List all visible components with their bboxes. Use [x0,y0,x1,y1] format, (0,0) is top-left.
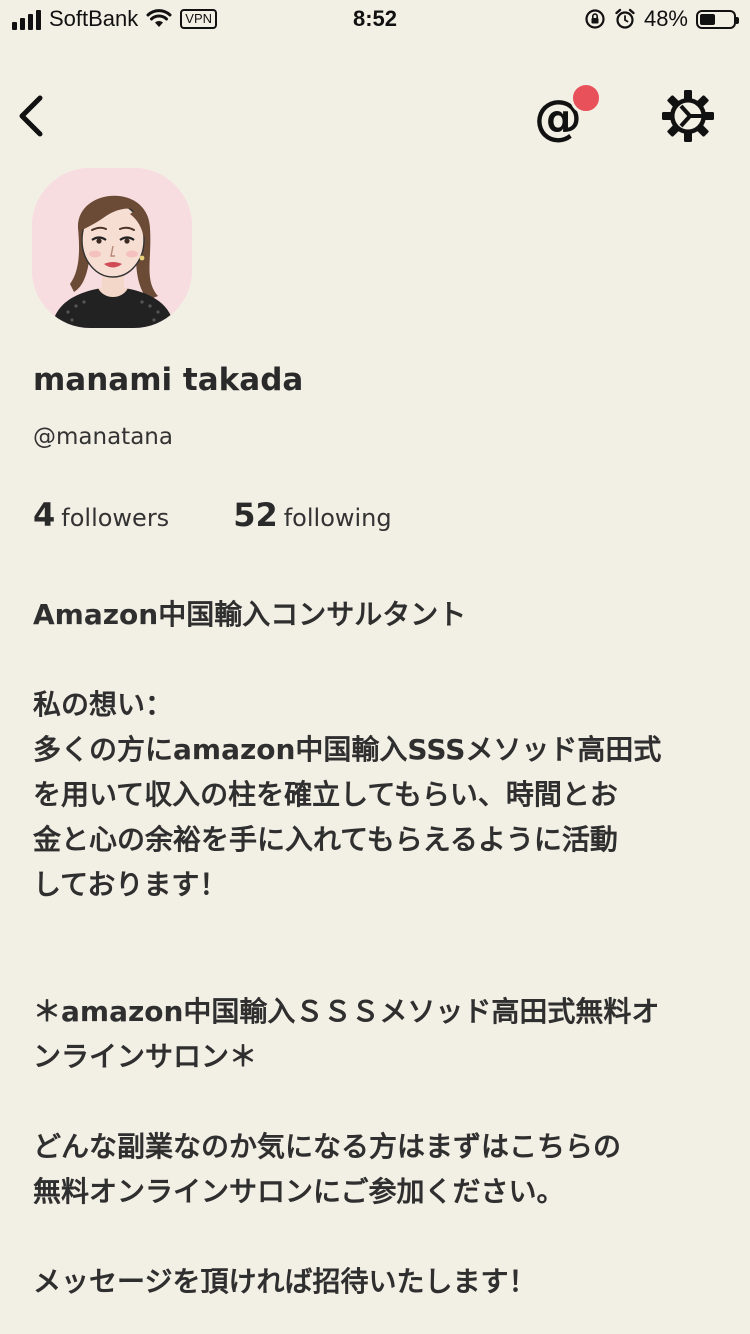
chevron-left-icon [19,95,43,137]
bio-salon-title: ＊amazon中国輸入ＳＳＳメソッド高田式無料オ [33,995,660,1028]
following-count: 52 [233,496,278,534]
bio-heading: 私の想い： [33,688,174,721]
orientation-lock-icon [585,9,605,29]
profile-name: manami takada [33,362,304,398]
profile-username: @manatana [33,424,173,450]
mentions-button[interactable]: @ [530,82,606,146]
avatar[interactable] [32,168,192,328]
notification-dot [570,82,602,114]
status-right: 48% [584,6,739,32]
bio-text: どんな副業なのか気になる方はまずはこちらの [33,1130,622,1163]
followers-label: followers [61,504,170,532]
bio-text: 無料オンラインサロンにご参加ください。 [33,1175,565,1208]
followers-link[interactable]: 4 followers [33,496,169,534]
back-button[interactable] [10,92,54,140]
alarm-icon [615,8,635,29]
bio-title: Amazon中国輸入コンサルタント [33,598,467,631]
avatar-illustration [32,168,192,328]
bio-text: を用いて収入の柱を確立してもらい、時間とお [33,778,618,811]
following-label: following [283,504,392,532]
profile-bio: Amazon中国輸入コンサルタント 私の想い： 多くの方にamazon中国輸入S… [33,592,723,1304]
status-bar: SoftBank VPN 8:52 48% [0,0,750,40]
bio-salon-title: ンラインサロン＊ [33,1040,258,1073]
bio-text: しております！ [33,868,228,901]
battery-icon [696,9,739,29]
battery-percent: 48% [643,6,688,31]
following-link[interactable]: 52 following [233,496,391,534]
bio-text: 金と心の余裕を手に入れてもらえるように活動 [33,823,618,856]
battery-level [700,13,715,25]
followers-count: 4 [33,496,56,534]
follow-stats: 4 followers 52 following [33,496,392,534]
bio-closing: メッセージを頂ければ招待いたします！ [33,1265,537,1298]
settings-button[interactable] [660,88,716,144]
bio-text: 多くの方にamazon中国輸入SSSメソッド高田式 [33,733,662,766]
gear-icon [662,90,714,142]
